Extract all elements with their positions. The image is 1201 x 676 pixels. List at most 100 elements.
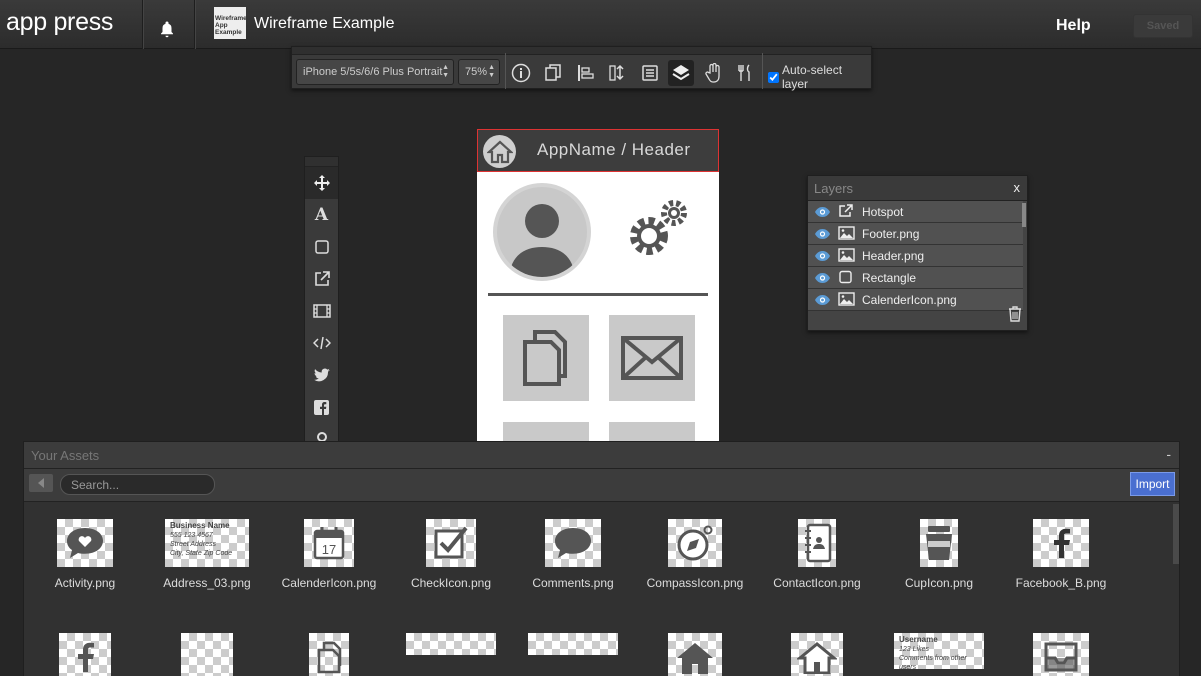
asset-name: Activity.png [54, 576, 116, 590]
asset-item[interactable] [513, 633, 633, 655]
asset-item[interactable]: Username 123 Likes Comments from other u… [879, 633, 999, 671]
asset-thumbnail [668, 519, 722, 567]
assets-toolbar: Import [24, 469, 1179, 502]
eye-icon[interactable] [814, 293, 831, 311]
asset-item[interactable] [391, 633, 511, 655]
asset-item[interactable] [147, 633, 267, 676]
image-layer-icon [838, 248, 855, 267]
layer-row[interactable]: Rectangle [808, 267, 1023, 289]
project-thumbnail[interactable]: Wireframe App Example [214, 7, 247, 39]
select-arrows-icon: ▲ ▼ [442, 64, 449, 79]
code-icon[interactable] [305, 327, 338, 359]
device-select[interactable]: iPhone 5/5s/6/6 Plus Portrait ▲ ▼ [296, 59, 454, 85]
toolbar-grip[interactable] [292, 47, 871, 55]
trash-icon[interactable] [1008, 306, 1022, 327]
asset-name: CheckIcon.png [410, 576, 492, 590]
asset-item[interactable] [757, 633, 877, 676]
editor-toolbar: iPhone 5/5s/6/6 Plus Portrait ▲ ▼ 75% ▲ ▼ … [291, 46, 872, 91]
eye-icon[interactable] [814, 227, 831, 245]
help-link[interactable]: Help [1056, 17, 1091, 35]
asset-item[interactable] [635, 633, 755, 676]
eye-icon[interactable] [814, 249, 831, 267]
asset-name: CupIcon.png [904, 576, 974, 590]
layer-name: Footer.png [862, 227, 920, 241]
asset-item[interactable] [25, 633, 145, 676]
align-icon[interactable] [573, 60, 599, 86]
gears-icon[interactable] [625, 196, 691, 262]
asset-item[interactable]: CompassIcon.png [635, 519, 755, 590]
app-logo[interactable]: app press [6, 8, 113, 37]
search-input[interactable] [60, 474, 215, 495]
layers-panel: Layers x Hotspot Footer.png Header.png Rect… [807, 175, 1028, 331]
eye-icon[interactable] [814, 205, 831, 223]
asset-thumbnail: 17 [304, 519, 354, 567]
asset-thumbnail [181, 633, 233, 676]
hotspot-layer-icon [838, 204, 854, 223]
asset-item[interactable]: Facebook_B.png [1001, 519, 1121, 590]
info-icon[interactable] [508, 60, 534, 86]
asset-thumbnail [920, 519, 958, 567]
twitter-icon[interactable] [305, 359, 338, 391]
layers-header[interactable]: Layers x [808, 176, 1027, 201]
close-icon[interactable]: x [1014, 180, 1021, 195]
project-title[interactable]: Wireframe Example [254, 15, 394, 33]
auto-select-checkbox[interactable] [768, 71, 779, 83]
pages-icon[interactable] [540, 60, 566, 86]
asset-name: CalenderIcon.png [281, 576, 377, 590]
minimize-icon[interactable]: - [1166, 446, 1171, 462]
saved-button[interactable]: Saved [1133, 14, 1193, 38]
asset-item[interactable]: Business Name 555 123 4567 Street Addres… [147, 519, 267, 590]
mail-tile[interactable] [609, 315, 695, 401]
hotspot-icon[interactable] [305, 263, 338, 295]
book-icon[interactable] [637, 60, 663, 86]
rectangle-icon[interactable] [305, 231, 338, 263]
asset-thumbnail [545, 519, 601, 567]
layer-row[interactable]: Header.png [808, 245, 1023, 267]
back-button[interactable] [29, 474, 53, 492]
phone-header[interactable]: AppName / Header [477, 129, 719, 172]
pages-tile[interactable] [503, 315, 589, 401]
sort-icon[interactable] [604, 60, 630, 86]
layers-title: Layers [814, 181, 854, 196]
layer-row[interactable]: Footer.png [808, 223, 1023, 245]
asset-item[interactable]: 17 CalenderIcon.png [269, 519, 389, 590]
auto-select-toggle[interactable]: Auto-select layer [768, 63, 871, 91]
bell-icon[interactable] [158, 20, 178, 40]
text-icon[interactable]: A [305, 199, 338, 231]
layer-name: Header.png [862, 249, 925, 263]
video-icon[interactable] [305, 295, 338, 327]
facebook-icon[interactable] [305, 391, 338, 423]
assets-panel: Your Assets - Import Activity.png Busine… [23, 441, 1180, 676]
asset-item[interactable] [269, 633, 389, 676]
avatar[interactable] [493, 183, 591, 281]
asset-item[interactable]: CheckIcon.png [391, 519, 511, 590]
asset-item[interactable]: Comments.png [513, 519, 633, 590]
phone-canvas[interactable]: AppName / Header [477, 129, 719, 508]
asset-item[interactable]: Activity.png [25, 519, 145, 590]
divider [194, 0, 195, 49]
asset-thumbnail [1033, 519, 1089, 567]
zoom-select[interactable]: 75% ▲ ▼ [458, 59, 500, 85]
palette-grip[interactable] [305, 157, 338, 167]
layers-icon[interactable] [668, 60, 694, 86]
move-icon[interactable] [305, 167, 338, 199]
calendar-day: 17 [322, 542, 336, 557]
layers-scrollbar[interactable] [1022, 203, 1026, 227]
assets-header[interactable]: Your Assets - [24, 442, 1179, 469]
asset-thumbnail [309, 633, 349, 676]
import-button[interactable]: Import [1130, 472, 1175, 496]
home-icon[interactable] [483, 135, 516, 168]
asset-item[interactable]: ContactIcon.png [757, 519, 877, 590]
layer-row[interactable]: Hotspot [808, 201, 1023, 223]
asset-thumbnail [798, 519, 836, 567]
tools-icon[interactable] [732, 60, 758, 86]
eye-icon[interactable] [814, 271, 831, 289]
gesture-icon[interactable] [700, 60, 726, 86]
asset-item[interactable] [1001, 633, 1121, 676]
assets-scrollbar[interactable] [1173, 504, 1179, 564]
layer-row[interactable]: CalenderIcon.png [808, 289, 1023, 311]
select-arrows-icon: ▲ ▼ [488, 64, 495, 79]
asset-item[interactable]: CupIcon.png [879, 519, 999, 590]
top-bar: app press Wireframe App Example Wirefram… [0, 0, 1201, 49]
asset-thumbnail [59, 633, 111, 676]
